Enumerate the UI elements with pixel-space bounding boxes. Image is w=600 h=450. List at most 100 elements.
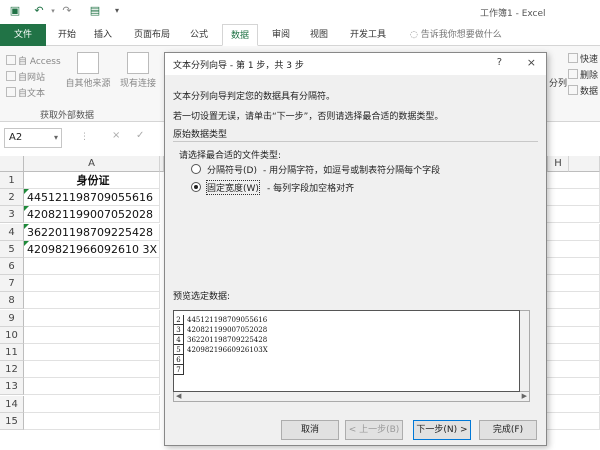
row-header[interactable]: 15 [0,413,24,430]
table-cell[interactable] [547,241,600,258]
preview-horizontal-scrollbar[interactable]: ◀ ▶ [173,392,530,402]
tab-insert[interactable]: 插入 [86,24,120,46]
tab-home[interactable]: 开始 [50,24,84,46]
row-header[interactable]: 10 [0,327,24,344]
table-cell[interactable] [547,189,600,206]
customize-icon[interactable]: ▾ [110,4,124,18]
tab-formulas[interactable]: 公式 [182,24,216,46]
remove-duplicates-button[interactable]: 删除 [567,68,598,81]
data-type-group: 请选择最合适的文件类型: 分隔符号(D) - 用分隔字符，如逗号或制表符分隔每个… [173,141,538,197]
next-button[interactable]: 下一步(N) > [413,420,471,440]
select-all-corner[interactable] [0,156,24,172]
table-cell[interactable] [24,361,160,378]
save-icon[interactable]: ▣ [8,4,22,18]
from-access-button[interactable]: 自 Access [6,54,61,67]
table-cell[interactable] [547,378,600,395]
table-cell[interactable] [547,344,600,361]
row-header[interactable]: 11 [0,344,24,361]
back-button[interactable]: < 上一步(B) [345,420,403,440]
row-header[interactable]: 7 [0,275,24,292]
print-preview-icon[interactable]: ▤ [88,4,102,18]
existing-connections-button[interactable]: 现有连接 [118,52,158,89]
table-cell[interactable]: 4209821966092610 3X [24,241,160,258]
close-icon[interactable]: × [527,56,536,69]
row-header[interactable]: 4 [0,224,24,241]
row-header[interactable]: 8 [0,292,24,309]
tab-developer[interactable]: 开发工具 [342,24,394,46]
table-cell[interactable] [24,396,160,413]
preview-vertical-scrollbar[interactable] [520,310,530,392]
chevron-down-icon[interactable]: ▾ [54,129,58,147]
table-cell[interactable]: 362201198709225428 [24,224,160,241]
scroll-left-icon[interactable]: ◀ [176,392,181,400]
tell-me-box[interactable]: ◌ 告诉我你想要做什么 [410,24,502,46]
tab-review[interactable]: 审阅 [264,24,298,46]
text-to-columns-button[interactable]: 分列 [549,76,567,89]
flash-fill-button[interactable]: 快速 [567,52,598,65]
delimited-label[interactable]: 分隔符号(D) [207,163,257,176]
row-header[interactable]: 13 [0,378,24,395]
header-cell[interactable]: 身份证 [24,172,160,189]
error-indicator-icon[interactable] [24,206,29,211]
preview-row: 7 [174,365,514,375]
fixed-width-radio[interactable] [191,182,201,192]
column-header-a[interactable]: A [24,156,160,172]
fixed-width-label[interactable]: 固定宽度(W) [206,180,260,195]
delete-label: 删除 [579,71,598,81]
undo-icon[interactable]: ↶ [32,4,46,18]
row-header[interactable]: 12 [0,361,24,378]
redo-icon[interactable]: ↷ [60,4,74,18]
table-cell[interactable] [24,275,160,292]
finish-button[interactable]: 完成(F) [479,420,537,440]
enter-formula-icon[interactable]: ✓ [136,130,144,141]
from-web-button[interactable]: 自网站 [6,70,45,83]
error-indicator-icon[interactable] [24,224,29,229]
scroll-right-icon[interactable]: ▶ [522,392,527,400]
undo-dropdown-icon[interactable]: ▾ [46,4,60,18]
table-cell[interactable] [547,361,600,378]
table-cell[interactable] [24,310,160,327]
cancel-button[interactable]: 取消 [281,420,339,440]
row-header[interactable]: 1 [0,172,24,189]
table-cell[interactable] [24,413,160,430]
table-cell[interactable] [24,292,160,309]
cancel-formula-icon[interactable]: × [112,130,120,141]
delimited-radio[interactable] [191,164,201,174]
table-cell[interactable] [547,327,600,344]
table-cell[interactable]: 445121198709055616 [24,189,160,206]
help-icon[interactable]: ? [497,57,502,68]
table-cell[interactable] [547,396,600,413]
row-header[interactable]: 6 [0,258,24,275]
error-indicator-icon[interactable] [24,189,29,194]
column-header-i[interactable] [569,156,600,172]
name-box[interactable]: A2 ▾ [4,128,62,148]
table-cell[interactable] [547,172,600,189]
data-preview[interactable]: 2 445121198709055616 3 420821199007052028 4 3… [173,310,520,392]
from-other-sources-button[interactable]: 自其他来源 [60,52,116,89]
error-indicator-icon[interactable] [24,241,29,246]
table-cell[interactable] [547,292,600,309]
row-header[interactable]: 9 [0,310,24,327]
tab-file[interactable]: 文件 [0,24,46,46]
table-cell[interactable] [547,275,600,292]
column-header-h[interactable]: H [547,156,569,172]
row-header[interactable]: 3 [0,206,24,223]
tab-view[interactable]: 视图 [302,24,336,46]
row-header[interactable]: 14 [0,396,24,413]
table-cell[interactable] [24,327,160,344]
table-cell[interactable]: 420821199007052028 [24,206,160,223]
table-cell[interactable] [547,413,600,430]
table-cell[interactable] [24,344,160,361]
table-cell[interactable] [547,258,600,275]
row-header[interactable]: 5 [0,241,24,258]
table-cell[interactable] [24,378,160,395]
table-cell[interactable] [24,258,160,275]
table-cell[interactable] [547,310,600,327]
tab-data[interactable]: 数据 [222,24,259,46]
table-cell[interactable] [547,224,600,241]
data-validation-button[interactable]: 数据 [567,84,598,97]
from-text-button[interactable]: 自文本 [6,86,45,99]
row-header[interactable]: 2 [0,189,24,206]
table-cell[interactable] [547,206,600,223]
tab-page-layout[interactable]: 页面布局 [126,24,178,46]
